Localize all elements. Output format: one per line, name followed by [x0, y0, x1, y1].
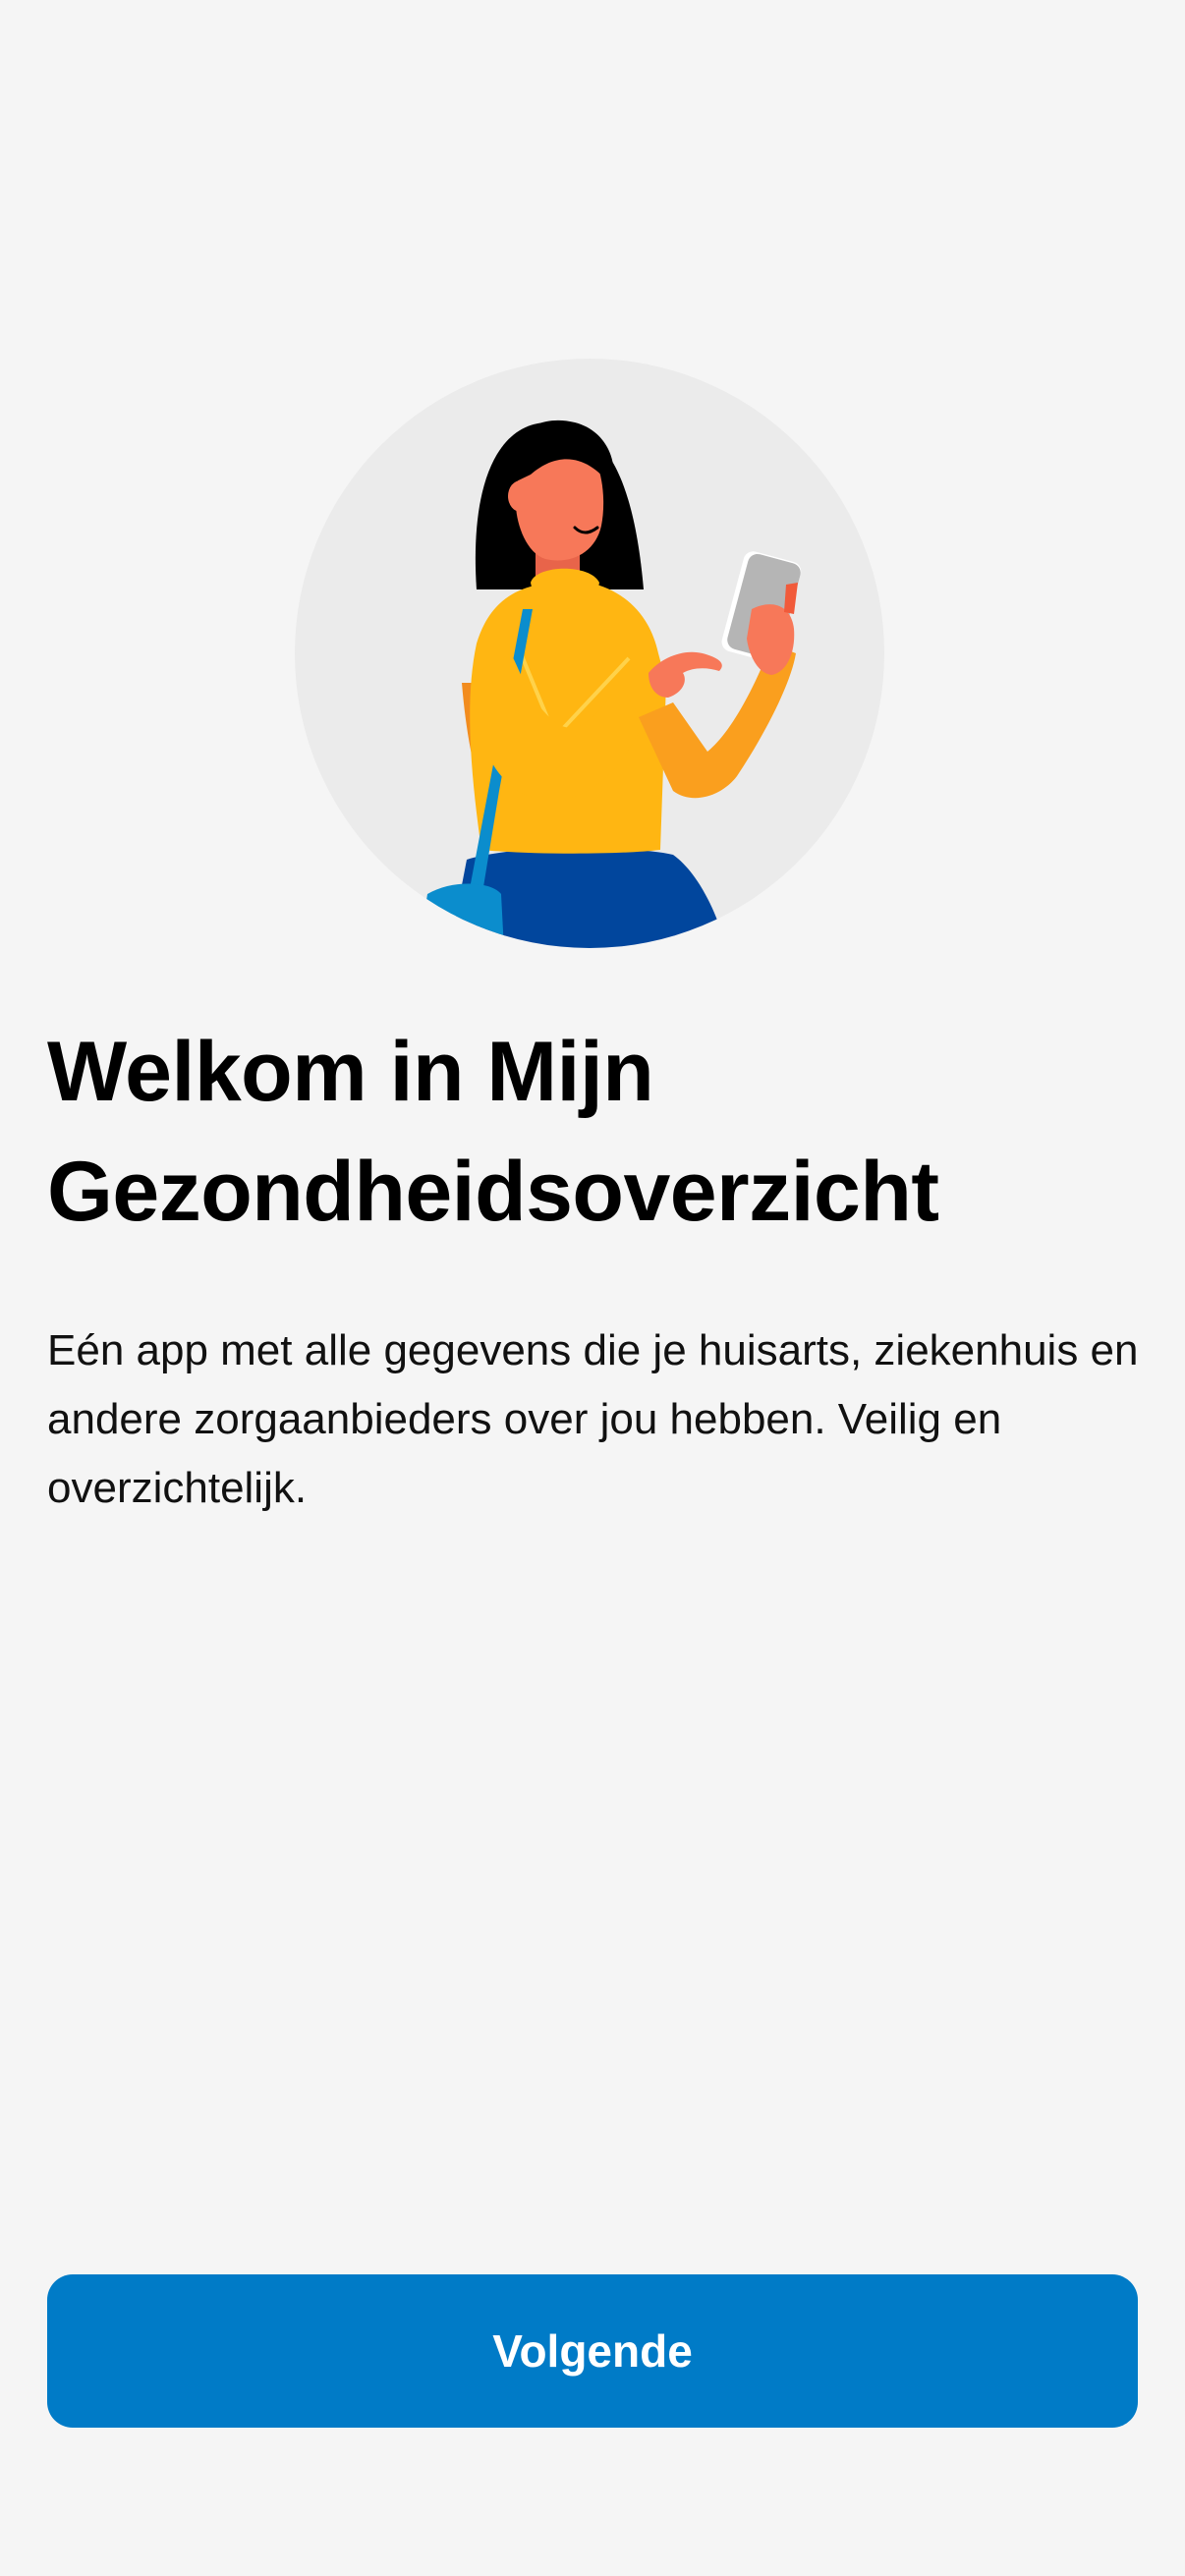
page-title: Welkom in Mijn Gezondheidsoverzicht [47, 1025, 939, 1239]
welcome-description: Eén app met alle gegevens die je huisart… [47, 1326, 1139, 1512]
next-button[interactable]: Volgende [47, 2274, 1138, 2428]
welcome-illustration [295, 359, 884, 948]
woman-using-phone-icon [295, 359, 884, 948]
